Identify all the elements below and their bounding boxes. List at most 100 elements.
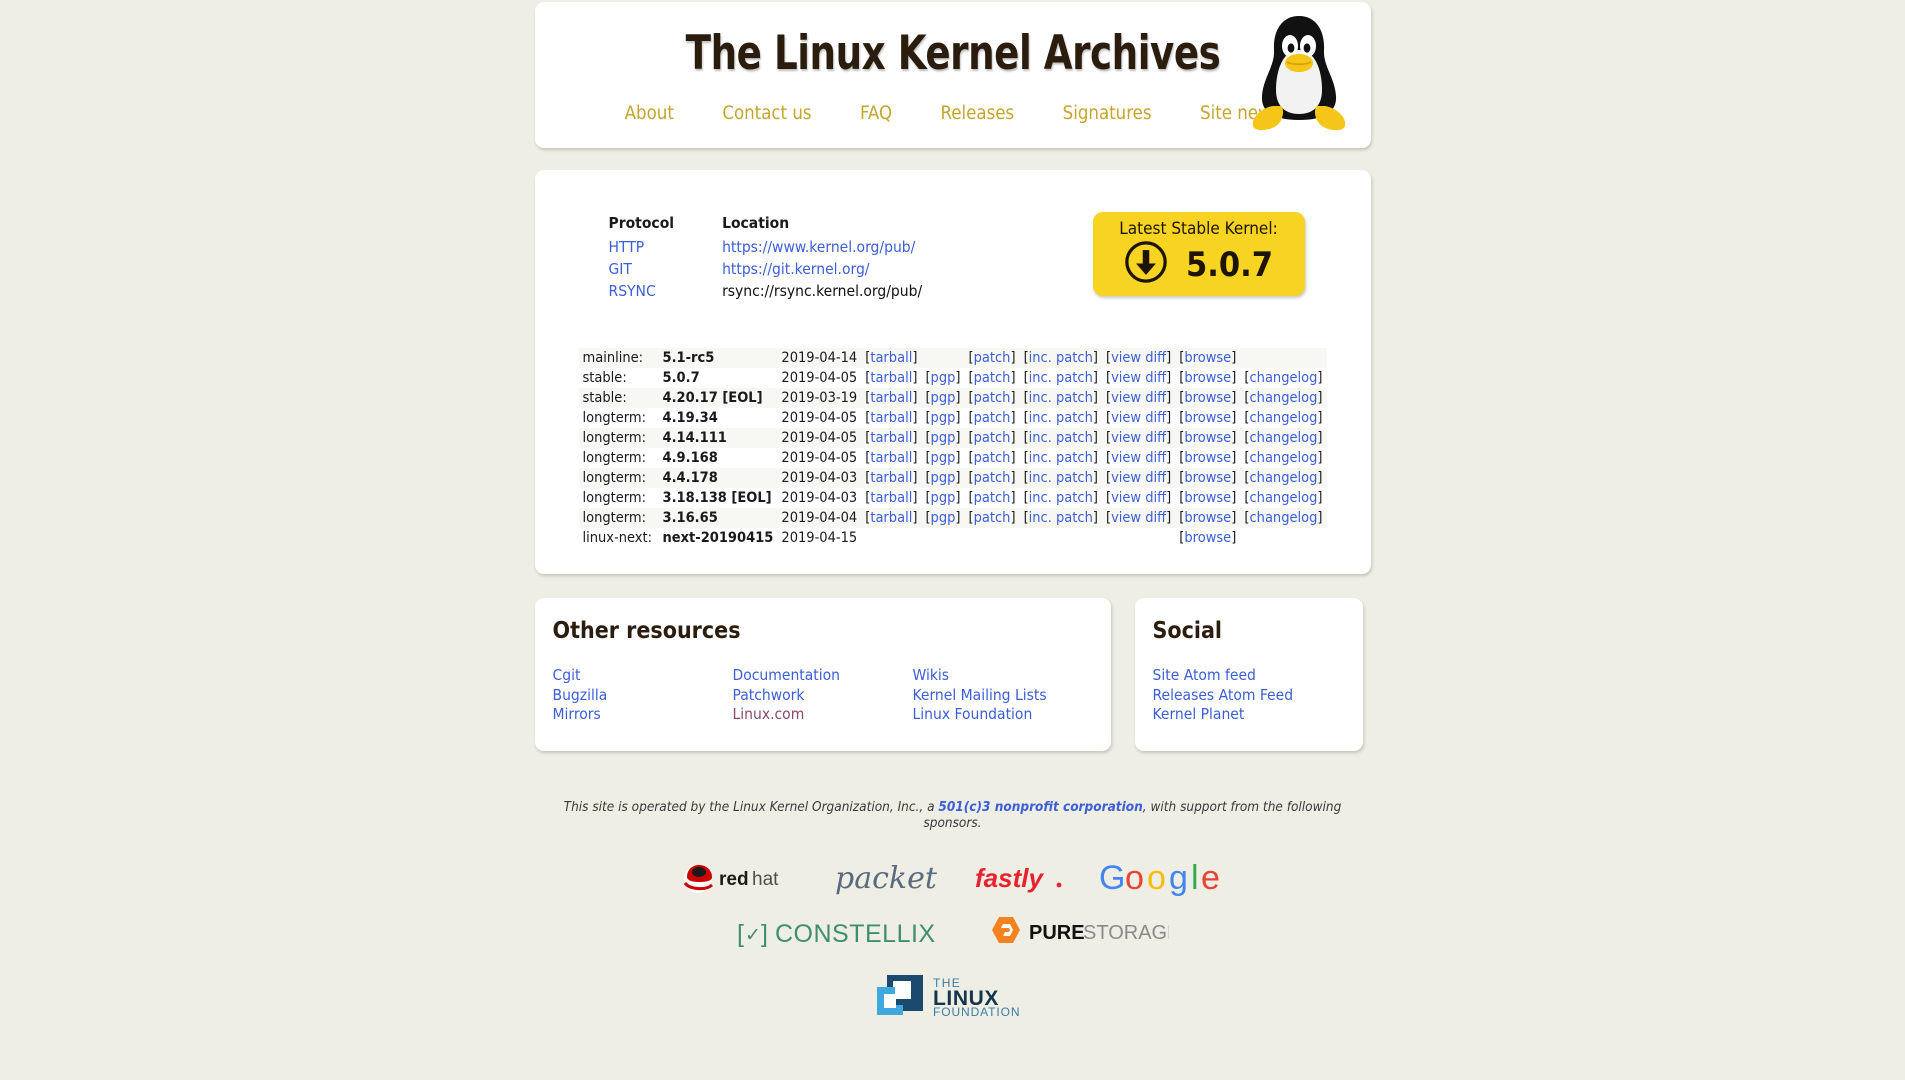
release-link-view-diff[interactable]: view diff	[1111, 370, 1166, 386]
release-link-patch[interactable]: patch	[974, 490, 1011, 506]
release-link-patch[interactable]: patch	[974, 390, 1011, 406]
protocol-link-rsync[interactable]: RSYNC	[609, 282, 656, 300]
sponsor-logo-purestorage[interactable]: PURE STORAGE	[979, 913, 1169, 953]
release-cell-tarball[interactable]: [tarball]	[861, 388, 921, 408]
release-cell-patch[interactable]: [patch]	[965, 348, 1020, 368]
release-link-browse[interactable]: browse	[1184, 450, 1231, 466]
release-link-inc-patch[interactable]: inc. patch	[1029, 370, 1093, 386]
location-link-http[interactable]: https://www.kernel.org/pub/	[722, 238, 915, 256]
release-cell-pgp[interactable]: [pgp]	[921, 508, 964, 528]
nav-item-contact-us[interactable]: Contact us	[722, 103, 811, 124]
release-cell-patch[interactable]: [patch]	[965, 508, 1020, 528]
release-link-view-diff[interactable]: view diff	[1111, 350, 1166, 366]
release-link-patch[interactable]: patch	[974, 470, 1011, 486]
release-link-view-diff[interactable]: view diff	[1111, 390, 1166, 406]
release-cell-tarball[interactable]: [tarball]	[861, 468, 921, 488]
latest-stable-kernel-box[interactable]: Latest Stable Kernel: 5.0.7	[1092, 212, 1305, 296]
link-documentation[interactable]: Documentation	[733, 666, 913, 686]
release-cell-changelog[interactable]: [changelog]	[1240, 368, 1326, 388]
release-link-tarball[interactable]: tarball	[870, 450, 912, 466]
release-cell-tarball[interactable]: [tarball]	[861, 428, 921, 448]
sponsor-logo-google[interactable]: G o o g l e	[1099, 857, 1227, 899]
release-link-patch[interactable]: patch	[974, 450, 1011, 466]
release-cell-browse[interactable]: [browse]	[1175, 408, 1240, 428]
release-cell-changelog[interactable]: [changelog]	[1240, 408, 1326, 428]
release-link-inc-patch[interactable]: inc. patch	[1029, 510, 1093, 526]
release-cell-changelog[interactable]: [changelog]	[1240, 508, 1326, 528]
release-link-pgp[interactable]: pgp	[931, 390, 956, 406]
release-cell-changelog[interactable]: [changelog]	[1240, 448, 1326, 468]
release-cell-view-diff[interactable]: [view diff]	[1102, 428, 1175, 448]
release-link-browse[interactable]: browse	[1184, 470, 1231, 486]
release-cell-browse[interactable]: [browse]	[1175, 528, 1240, 548]
release-cell-browse[interactable]: [browse]	[1175, 388, 1240, 408]
release-cell-inc-patch[interactable]: [inc. patch]	[1020, 408, 1102, 428]
sponsor-logo-redhat[interactable]: red hat	[679, 858, 799, 898]
link-linux-com[interactable]: Linux.com	[733, 705, 913, 725]
release-link-tarball[interactable]: tarball	[870, 470, 912, 486]
release-link-changelog[interactable]: changelog	[1250, 370, 1318, 386]
release-link-browse[interactable]: browse	[1184, 430, 1231, 446]
release-link-view-diff[interactable]: view diff	[1111, 450, 1166, 466]
link-releases-atom-feed[interactable]: Releases Atom Feed	[1153, 686, 1345, 706]
release-cell-browse[interactable]: [browse]	[1175, 368, 1240, 388]
release-cell-inc-patch[interactable]: [inc. patch]	[1020, 368, 1102, 388]
release-cell-patch[interactable]: [patch]	[965, 448, 1020, 468]
release-cell-browse[interactable]: [browse]	[1175, 468, 1240, 488]
release-link-inc-patch[interactable]: inc. patch	[1029, 470, 1093, 486]
release-link-tarball[interactable]: tarball	[870, 370, 912, 386]
release-cell-browse[interactable]: [browse]	[1175, 508, 1240, 528]
sponsor-logo-fastly[interactable]: fastly	[973, 858, 1065, 898]
release-link-view-diff[interactable]: view diff	[1111, 510, 1166, 526]
release-cell-tarball[interactable]: [tarball]	[861, 488, 921, 508]
release-cell-patch[interactable]: [patch]	[965, 428, 1020, 448]
link-cgit[interactable]: Cgit	[553, 666, 733, 686]
link-kernel-planet[interactable]: Kernel Planet	[1153, 705, 1345, 725]
release-cell-view-diff[interactable]: [view diff]	[1102, 488, 1175, 508]
release-link-browse[interactable]: browse	[1184, 390, 1231, 406]
link-kernel-mailing-lists[interactable]: Kernel Mailing Lists	[913, 686, 1093, 706]
link-patchwork[interactable]: Patchwork	[733, 686, 913, 706]
release-link-view-diff[interactable]: view diff	[1111, 470, 1166, 486]
release-link-pgp[interactable]: pgp	[931, 490, 956, 506]
release-cell-patch[interactable]: [patch]	[965, 468, 1020, 488]
release-cell-inc-patch[interactable]: [inc. patch]	[1020, 388, 1102, 408]
release-cell-pgp[interactable]: [pgp]	[921, 448, 964, 468]
release-link-pgp[interactable]: pgp	[931, 410, 956, 426]
release-link-browse[interactable]: browse	[1184, 490, 1231, 506]
release-link-changelog[interactable]: changelog	[1250, 410, 1318, 426]
release-cell-view-diff[interactable]: [view diff]	[1102, 348, 1175, 368]
location-link-git[interactable]: https://git.kernel.org/	[722, 260, 869, 278]
release-link-inc-patch[interactable]: inc. patch	[1029, 430, 1093, 446]
release-cell-browse[interactable]: [browse]	[1175, 448, 1240, 468]
release-cell-patch[interactable]: [patch]	[965, 368, 1020, 388]
release-link-inc-patch[interactable]: inc. patch	[1029, 350, 1093, 366]
release-link-view-diff[interactable]: view diff	[1111, 410, 1166, 426]
release-cell-view-diff[interactable]: [view diff]	[1102, 448, 1175, 468]
link-nonprofit-corporation[interactable]: 501(c)3 nonprofit corporation	[938, 799, 1142, 815]
release-link-patch[interactable]: patch	[974, 430, 1011, 446]
release-cell-view-diff[interactable]: [view diff]	[1102, 388, 1175, 408]
release-cell-changelog[interactable]: [changelog]	[1240, 428, 1326, 448]
release-link-patch[interactable]: patch	[974, 510, 1011, 526]
release-cell-pgp[interactable]: [pgp]	[921, 408, 964, 428]
sponsor-logo-constellix[interactable]: [ ✓ ] CONSTELLIX	[737, 915, 937, 951]
release-link-changelog[interactable]: changelog	[1250, 450, 1318, 466]
release-link-view-diff[interactable]: view diff	[1111, 490, 1166, 506]
release-link-pgp[interactable]: pgp	[931, 430, 956, 446]
release-link-browse[interactable]: browse	[1184, 510, 1231, 526]
release-cell-inc-patch[interactable]: [inc. patch]	[1020, 348, 1102, 368]
release-cell-browse[interactable]: [browse]	[1175, 348, 1240, 368]
link-bugzilla[interactable]: Bugzilla	[553, 686, 733, 706]
release-link-changelog[interactable]: changelog	[1250, 510, 1318, 526]
release-link-tarball[interactable]: tarball	[870, 430, 912, 446]
release-cell-pgp[interactable]: [pgp]	[921, 488, 964, 508]
release-link-tarball[interactable]: tarball	[870, 390, 912, 406]
release-link-inc-patch[interactable]: inc. patch	[1029, 450, 1093, 466]
release-cell-browse[interactable]: [browse]	[1175, 488, 1240, 508]
release-cell-pgp[interactable]: [pgp]	[921, 468, 964, 488]
release-cell-view-diff[interactable]: [view diff]	[1102, 508, 1175, 528]
release-cell-inc-patch[interactable]: [inc. patch]	[1020, 468, 1102, 488]
release-cell-view-diff[interactable]: [view diff]	[1102, 468, 1175, 488]
link-site-atom-feed[interactable]: Site Atom feed	[1153, 666, 1345, 686]
